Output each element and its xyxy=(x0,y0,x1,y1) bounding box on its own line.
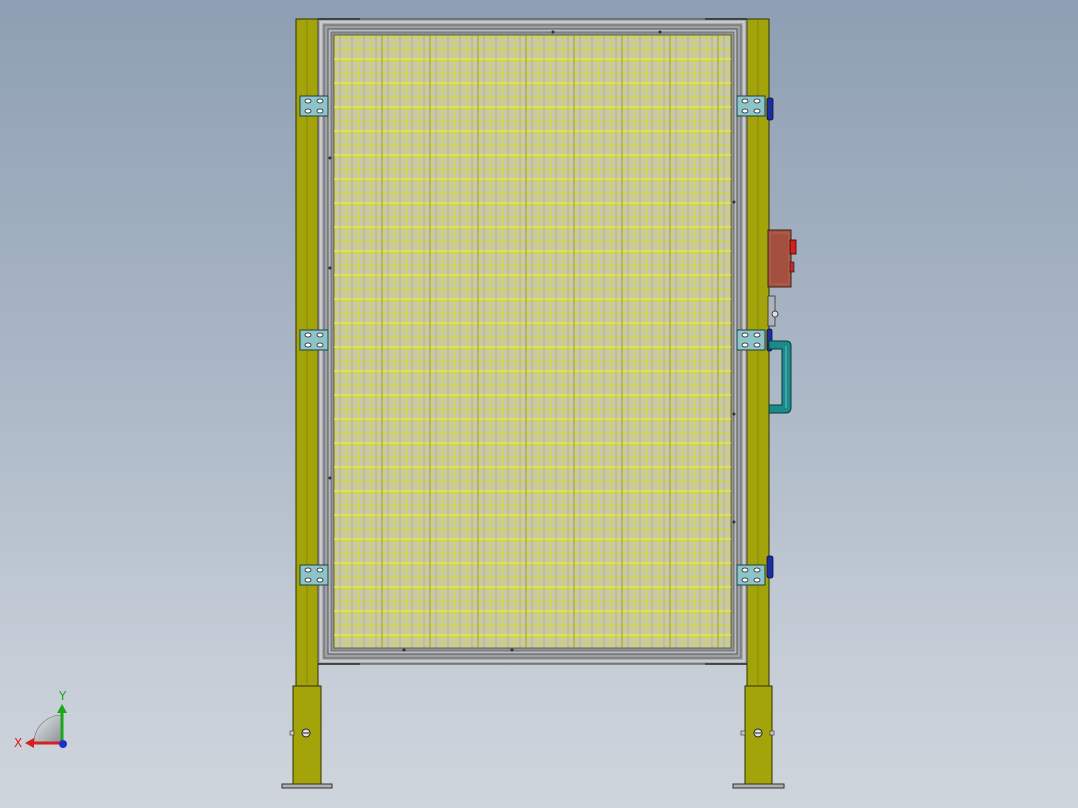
hinge-right-bottom xyxy=(736,564,766,586)
coordinate-triad: Y X xyxy=(14,689,67,750)
left-foot xyxy=(281,685,333,789)
x-axis-label: X xyxy=(14,736,22,750)
hinge-right-top xyxy=(736,95,766,117)
y-axis-label: Y xyxy=(58,689,67,703)
safety-lock-box xyxy=(767,229,797,288)
hinge-left-bottom xyxy=(299,564,329,586)
mesh-panel xyxy=(328,30,736,652)
blue-stop-top xyxy=(766,97,774,121)
hinge-right-middle xyxy=(736,329,766,351)
triad-arc xyxy=(33,714,63,744)
left-post xyxy=(295,18,319,687)
z-axis-dot xyxy=(59,740,67,748)
x-axis-arrowhead xyxy=(25,738,34,748)
right-post xyxy=(746,18,770,687)
cad-viewport[interactable]: Y X xyxy=(0,0,1078,808)
y-axis-arrowhead xyxy=(57,704,67,713)
blue-stop-bottom xyxy=(766,555,774,579)
gate-handle xyxy=(768,340,792,414)
gate-drawing: Y X xyxy=(14,18,797,789)
hinge-left-middle xyxy=(299,329,329,351)
latch-bolt xyxy=(767,295,779,327)
right-foot xyxy=(732,685,785,789)
hinge-left-top xyxy=(299,95,329,117)
